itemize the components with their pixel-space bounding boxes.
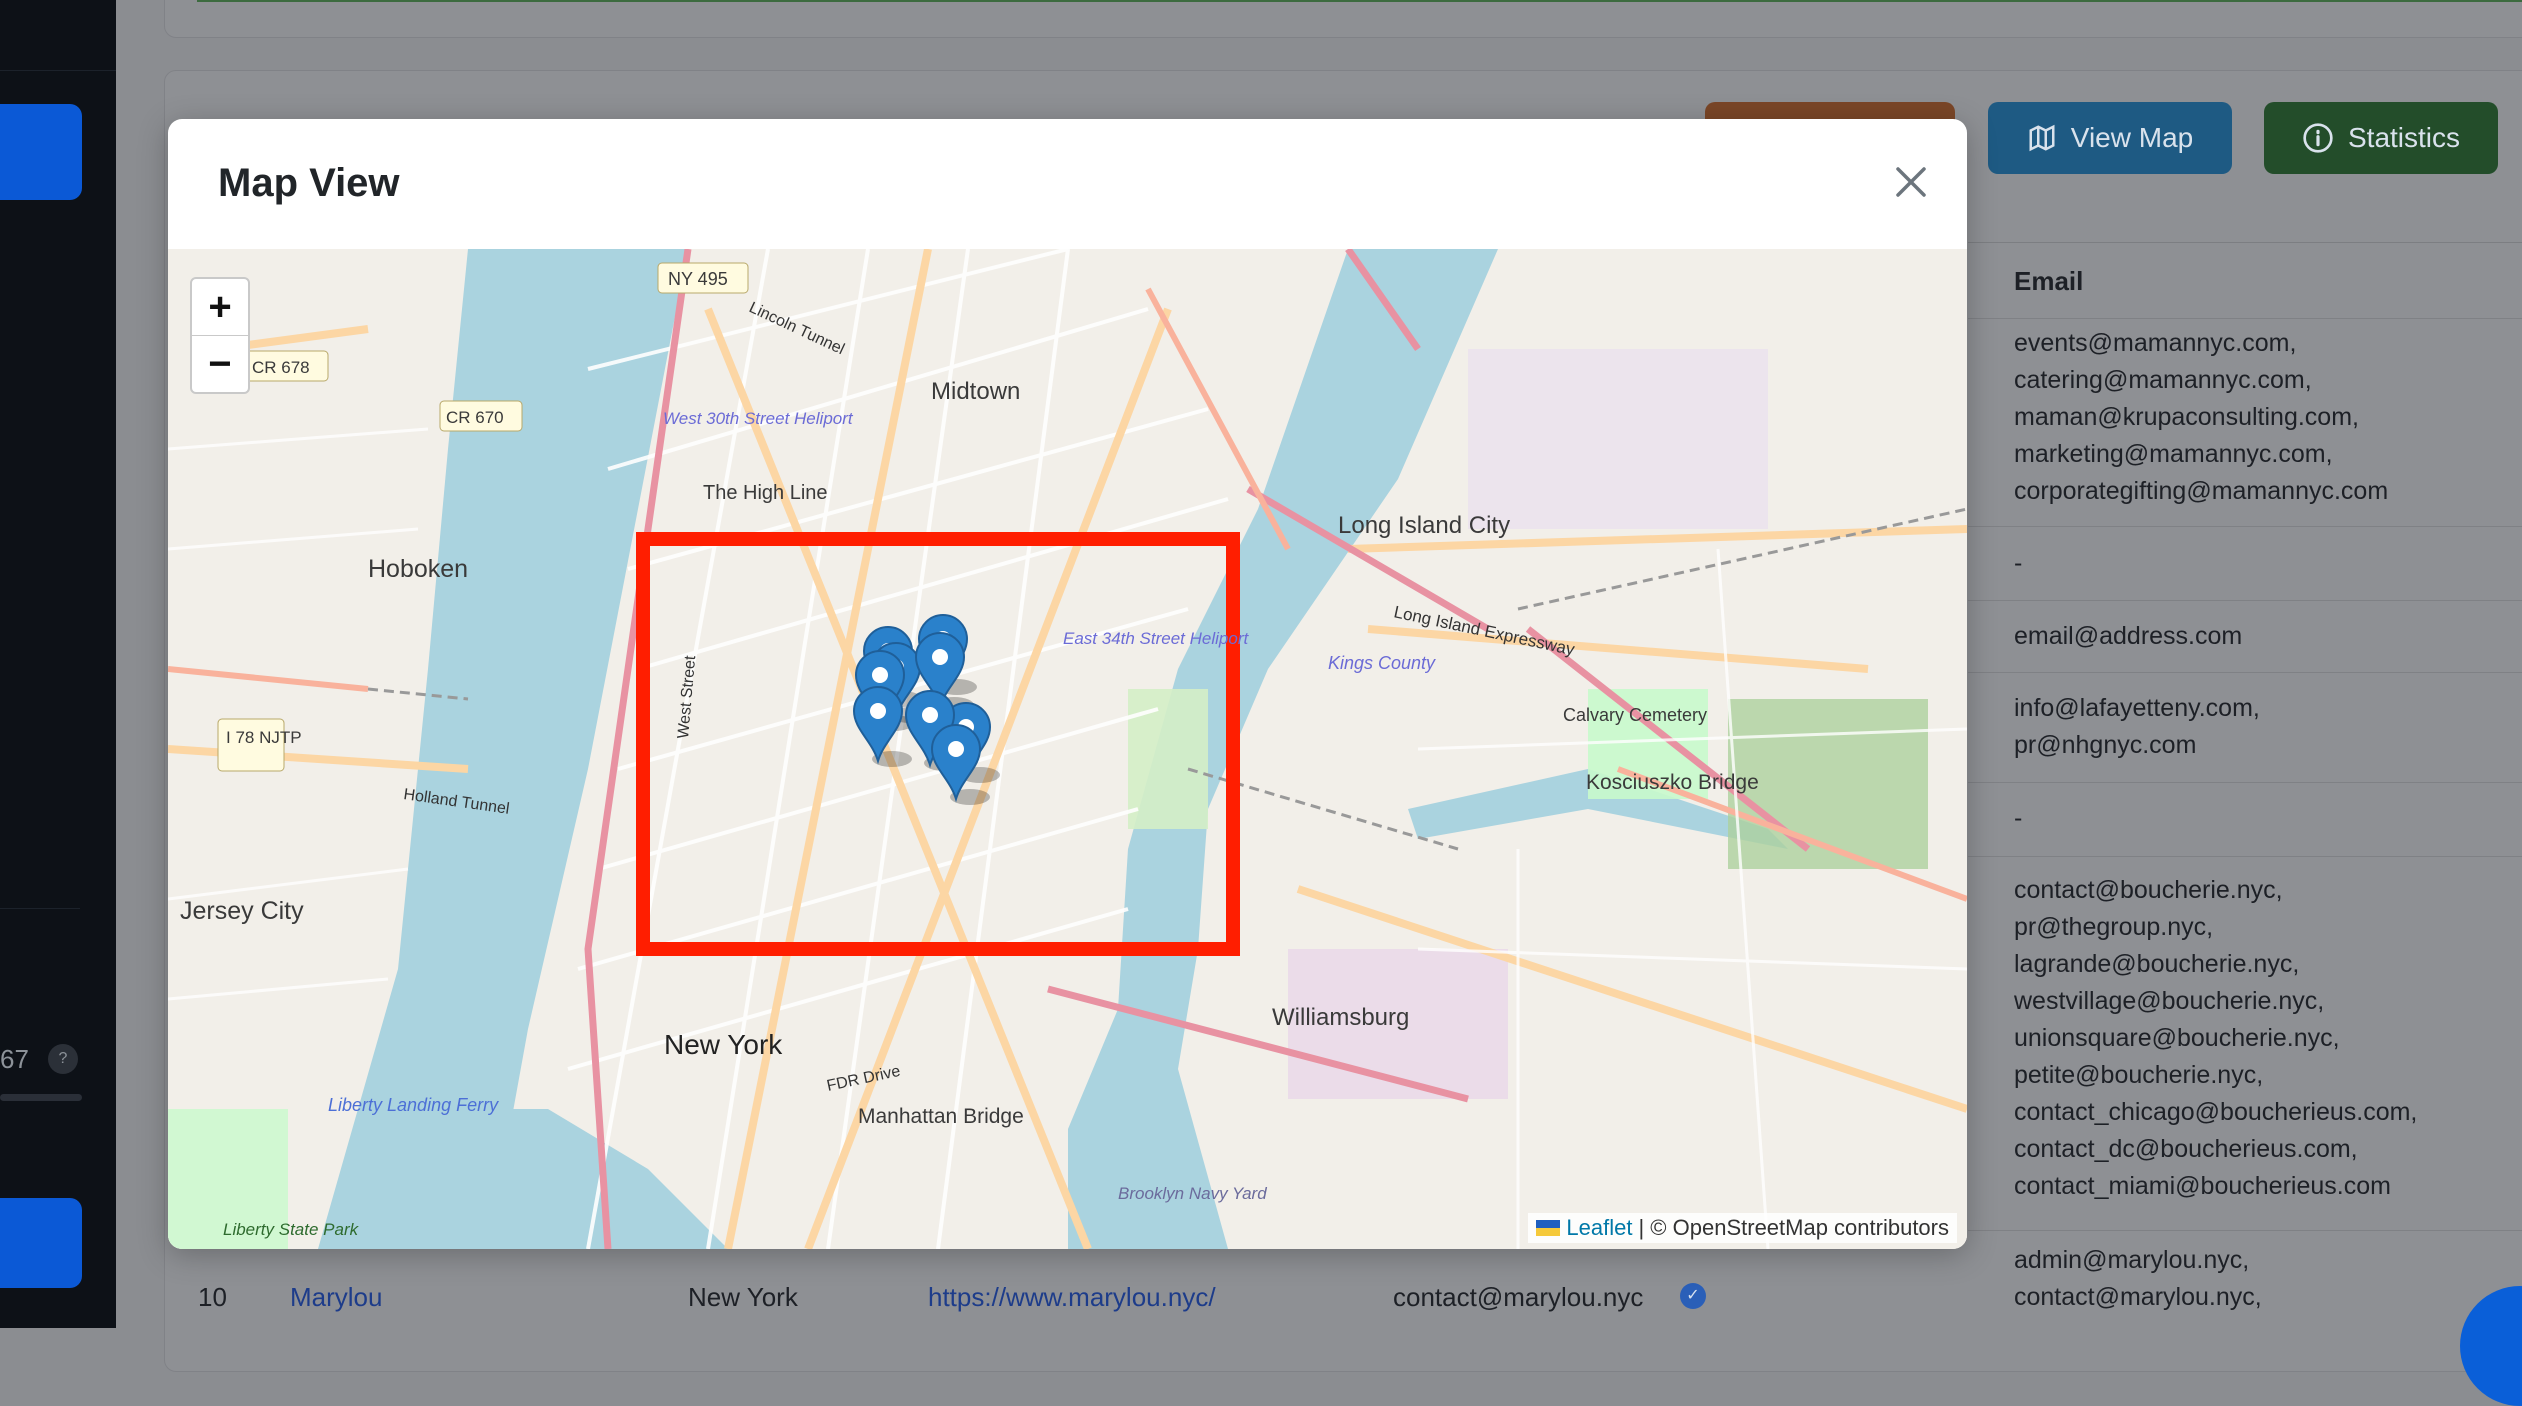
usage-count: 67 (0, 1044, 29, 1074)
label-long-island-city: Long Island City (1338, 512, 1510, 539)
label-hoboken: Hoboken (368, 555, 468, 583)
sidebar-divider (0, 908, 80, 909)
row-divider (1968, 782, 2522, 783)
progress-line (197, 0, 2522, 2)
osm-attribution-text: | © OpenStreetMap contributors (1638, 1215, 1949, 1240)
view-map-label: View Map (2070, 122, 2194, 153)
usage-progress-bar (0, 1094, 82, 1101)
city-cell: New York (688, 1282, 798, 1312)
info-icon (2303, 123, 2333, 153)
email-cell: email@address.com (2014, 622, 2243, 650)
label-calvary-cemetery: Calvary Cemetery (1563, 705, 1707, 725)
ukraine-flag-icon (1536, 1220, 1561, 1236)
zoom-out-button[interactable]: − (190, 335, 250, 394)
email-cell: info@lafayetteny.com, pr@nhgnyc.com (2014, 694, 2260, 759)
website-link[interactable]: https://www.marylou.nyc/ (928, 1282, 1216, 1313)
sidebar-header (0, 0, 116, 71)
verified-check-icon: ✓ (1680, 1283, 1706, 1309)
email-cell: - (2014, 549, 2023, 577)
label-brooklyn-navy-yard: Brooklyn Navy Yard (1118, 1184, 1267, 1203)
help-icon[interactable]: ? (48, 1044, 78, 1074)
view-map-button[interactable]: View Map (1988, 102, 2232, 174)
label-liberty-ferry: Liberty Landing Ferry (328, 1095, 499, 1115)
restaurant-name-link[interactable]: Marylou (290, 1282, 382, 1313)
email-cell: contact@boucherie.nyc, pr@thegroup.nyc, … (2014, 876, 2418, 1200)
table-header-top-border (1968, 242, 2522, 243)
row-divider (1968, 672, 2522, 673)
statistics-label: Statistics (2347, 122, 2461, 153)
row-divider (1968, 856, 2522, 857)
email-cell: contact@marylou.nyc (1393, 1282, 1644, 1312)
leaflet-link[interactable]: Leaflet (1566, 1215, 1632, 1241)
row-divider (1968, 526, 2522, 527)
label-williamsburg: Williamsburg (1272, 1004, 1409, 1031)
label-midtown: Midtown (931, 378, 1020, 405)
row-divider (1968, 600, 2522, 601)
shield-i78: I 78 NJTP (226, 728, 302, 747)
row-divider (1968, 1230, 2522, 1231)
map-view-modal: Map View Midtown Hoboken Jersey City New… (168, 119, 1967, 1249)
label-jersey-city: Jersey City (180, 897, 304, 925)
email-cell: - (2014, 804, 2023, 832)
statistics-button[interactable]: Statistics (2264, 102, 2498, 174)
row-index: 10 (198, 1282, 227, 1312)
label-kosciuszko-bridge: Kosciuszko Bridge (1586, 771, 1759, 794)
header-divider (1968, 318, 2522, 319)
map-icon (2029, 124, 2055, 152)
label-manhattan-bridge: Manhattan Bridge (858, 1105, 1024, 1128)
close-icon[interactable] (1888, 159, 1934, 205)
zoom-in-button[interactable]: + (190, 277, 250, 337)
map-tiles[interactable]: Midtown Hoboken Jersey City New York Lon… (168, 249, 1967, 1249)
shield-ny495: NY 495 (668, 269, 728, 289)
left-sidebar: 67 ? (0, 0, 116, 1328)
sidebar-action-button[interactable] (0, 1198, 82, 1288)
map-attribution: Leaflet | © OpenStreetMap contributors (1528, 1213, 1957, 1243)
label-kings-county: Kings County (1328, 653, 1436, 673)
shield-cr670: CR 670 (446, 408, 504, 427)
progress-card (164, 0, 2522, 38)
label-east-34th-heliport: East 34th Street Heliport (1063, 629, 1249, 648)
email-column-header[interactable]: Email (2014, 266, 2083, 297)
shield-cr678: CR 678 (252, 358, 310, 377)
label-west-30th-heliport: West 30th Street Heliport (663, 409, 854, 428)
email-cell: admin@marylou.nyc, contact@marylou.nyc, (2014, 1246, 2262, 1311)
email-cell: events@mamannyc.com, catering@mamannyc.c… (2014, 329, 2389, 505)
label-liberty-state-park: Liberty State Park (223, 1220, 360, 1239)
map-container[interactable]: Midtown Hoboken Jersey City New York Lon… (168, 249, 1967, 1249)
label-new-york: New York (664, 1029, 783, 1060)
modal-title: Map View (218, 161, 400, 205)
label-high-line: The High Line (703, 482, 828, 504)
sidebar-active-item[interactable] (0, 104, 82, 200)
